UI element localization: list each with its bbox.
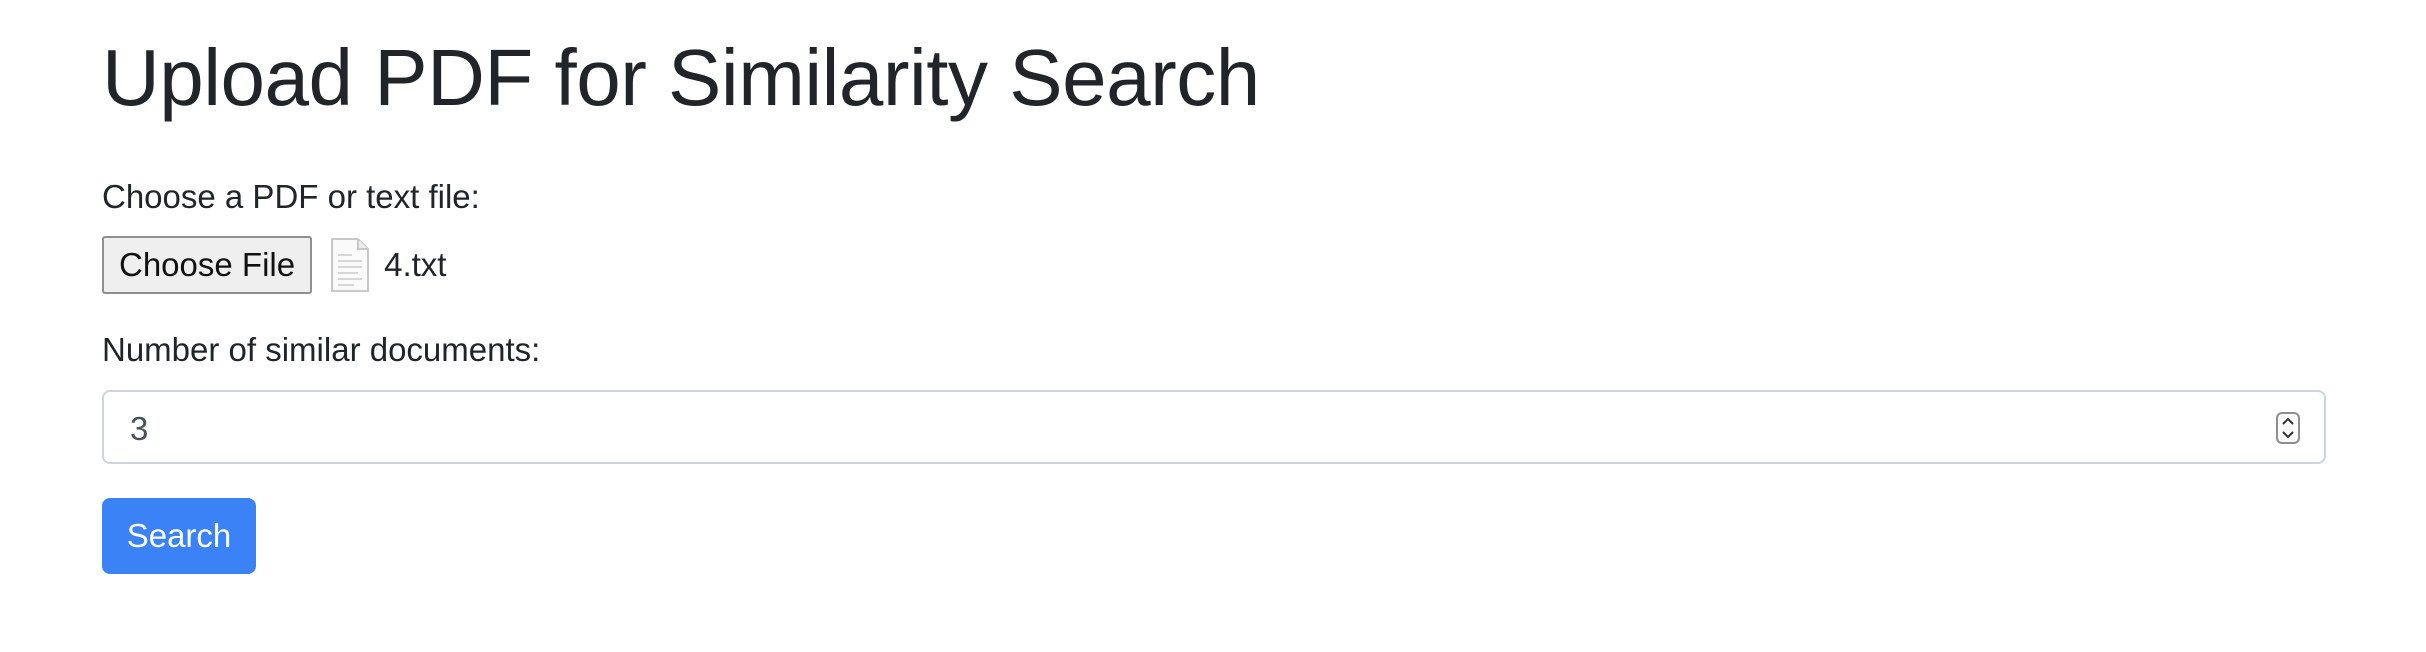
page-title: Upload PDF for Similarity Search: [102, 33, 1260, 122]
document-count-label: Number of similar documents:: [102, 331, 541, 368]
search-button[interactable]: Search: [102, 498, 256, 574]
document-count-value: 3: [130, 410, 149, 447]
selected-file-name: 4.txt: [384, 246, 447, 283]
choose-file-button[interactable]: Choose File: [102, 236, 313, 294]
chevron-down-icon[interactable]: [2281, 431, 2295, 439]
file-input-label: Choose a PDF or text file:: [102, 178, 480, 215]
chevron-up-icon[interactable]: [2281, 417, 2295, 425]
document-icon: [328, 237, 372, 293]
document-count-input[interactable]: 3: [102, 390, 2326, 464]
file-input[interactable]: Choose File 4.txt: [102, 236, 446, 294]
spinner-up-down-icon[interactable]: [2276, 412, 2300, 444]
